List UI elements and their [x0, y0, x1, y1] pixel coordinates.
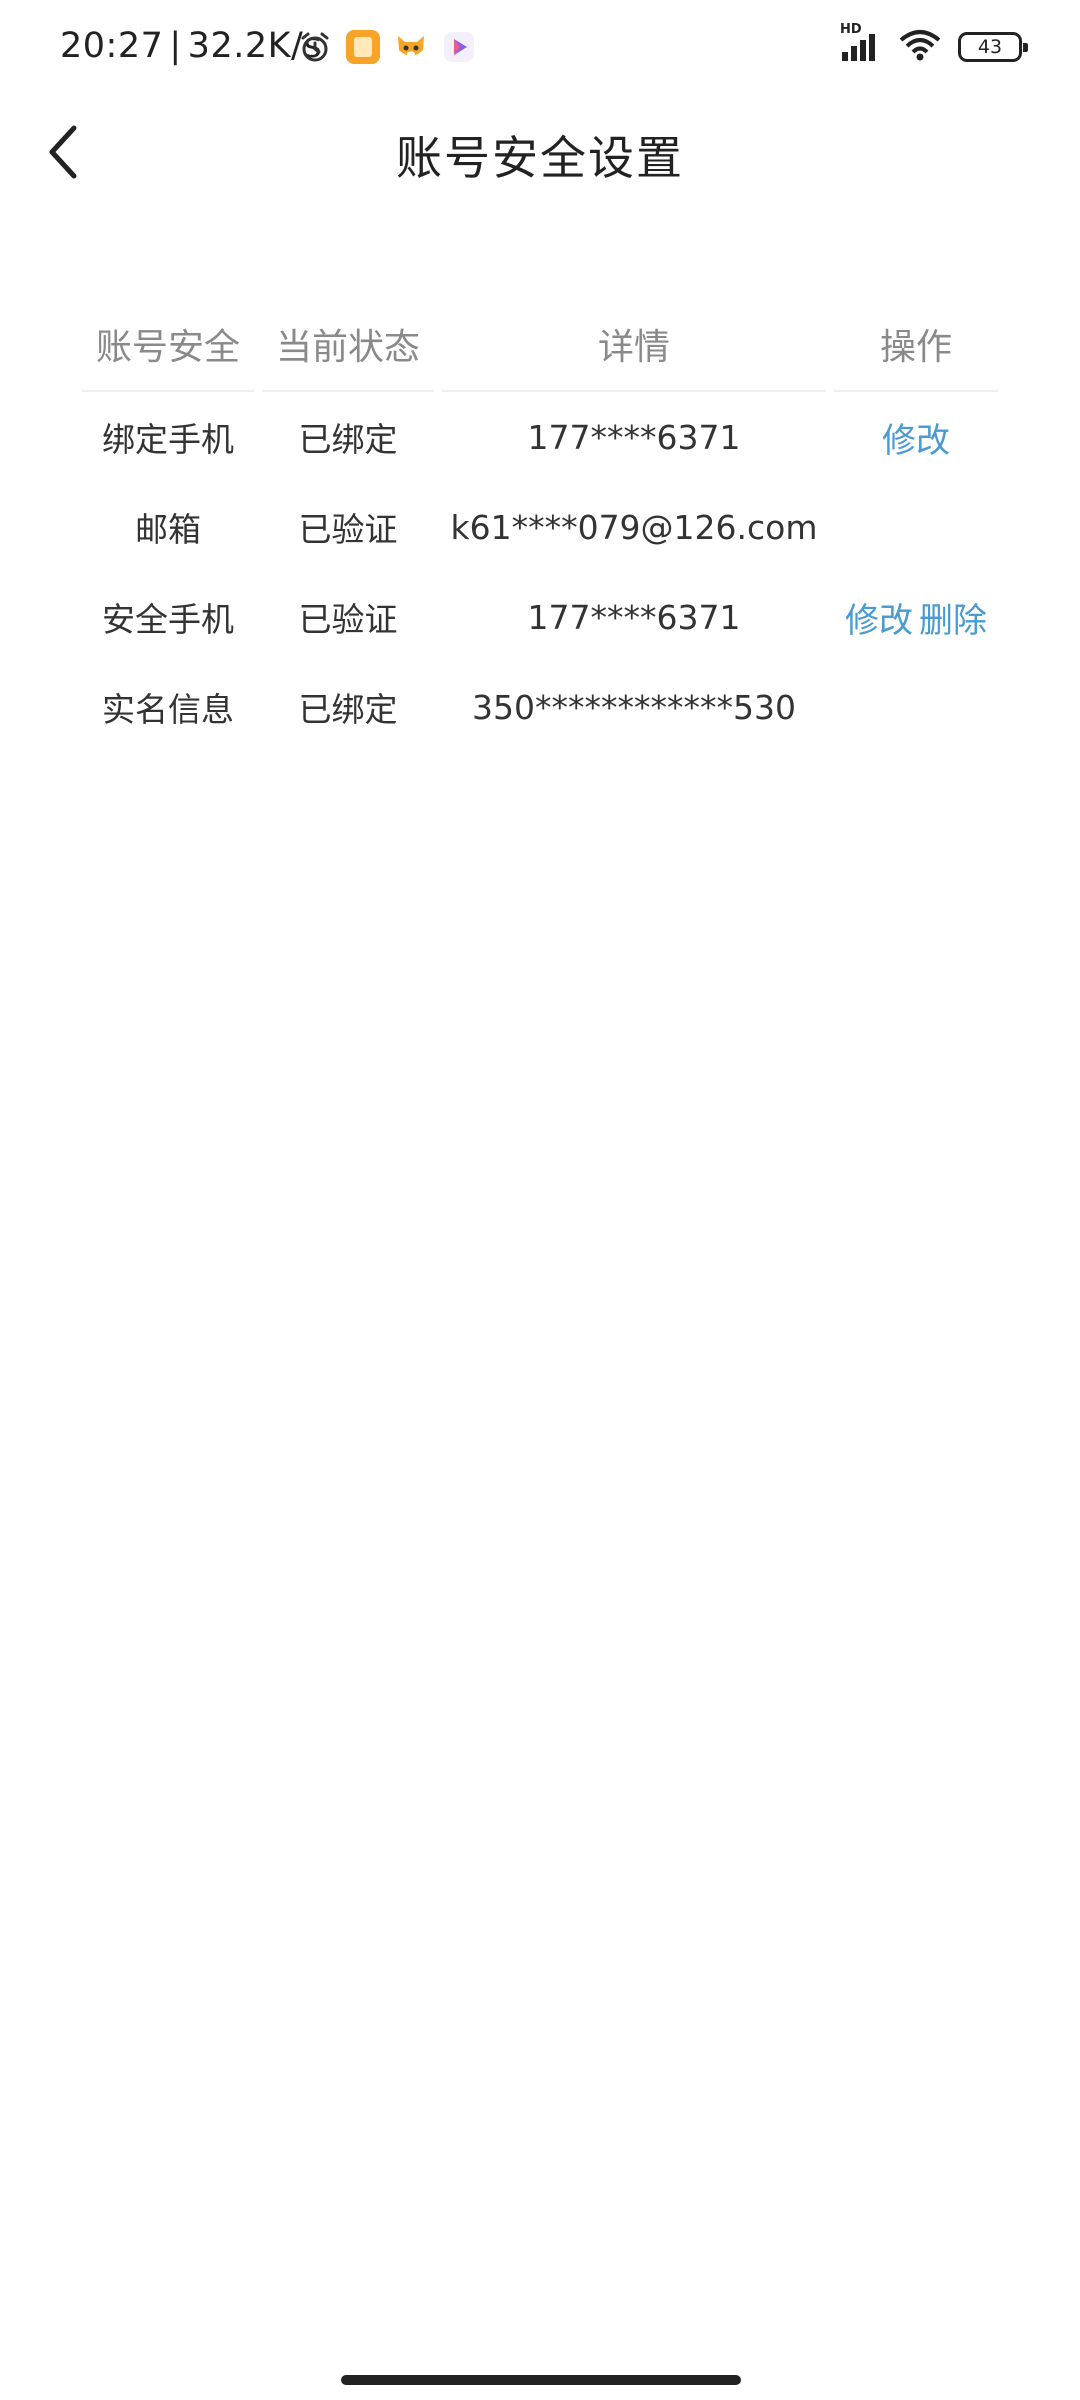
- row-detail: 177****6371: [527, 597, 741, 637]
- account-security-table: 账号安全 当前状态 详情 操作 绑定手机 已绑定 177****6371 修改 …: [78, 296, 1002, 752]
- column-header-detail: 详情: [438, 296, 830, 392]
- table-header: 账号安全 当前状态 详情 操作: [78, 296, 1002, 392]
- table-row-real-name: 实名信息 已绑定 350************530: [78, 662, 1002, 752]
- row-status: 已验证: [298, 600, 398, 639]
- notes-app-icon: [346, 30, 380, 64]
- status-time: 20:27: [60, 26, 164, 66]
- network-label: HD: [840, 22, 862, 37]
- status-separator: |: [169, 26, 182, 66]
- row-detail: 177****6371: [527, 417, 741, 457]
- notification-icons: [298, 30, 476, 64]
- page-title: 账号安全设置: [396, 131, 684, 185]
- table-row-security-phone: 安全手机 已验证 177****6371 修改 删除: [78, 572, 1002, 662]
- row-status: 已绑定: [298, 420, 398, 459]
- table-row-bound-phone: 绑定手机 已绑定 177****6371 修改: [78, 392, 1002, 482]
- battery-icon: 43: [958, 32, 1028, 62]
- column-header-type: 账号安全: [78, 296, 258, 392]
- row-detail: k61****079@126.com: [450, 507, 818, 547]
- row-type: 实名信息: [102, 690, 234, 729]
- table-body: 绑定手机 已绑定 177****6371 修改 邮箱 已验证 k61****07…: [78, 392, 1002, 752]
- modify-bound-phone-link[interactable]: 修改: [882, 421, 950, 461]
- battery-level: 43: [977, 35, 1003, 58]
- signal-icon: HD: [840, 22, 882, 66]
- title-bar: 账号安全设置: [0, 96, 1080, 206]
- system-icons: HD 43: [840, 22, 1028, 66]
- column-header-status: 当前状态: [258, 296, 438, 392]
- status-bar: 20:27 | 32.2K/s HD 43: [0, 0, 1080, 96]
- column-header-action: 操作: [830, 296, 1002, 392]
- table-row-email: 邮箱 已验证 k61****079@126.com: [78, 482, 1002, 572]
- row-type: 安全手机: [102, 600, 234, 639]
- row-actions: [830, 662, 1002, 752]
- row-detail: 350************530: [472, 687, 796, 727]
- row-status: 已验证: [298, 510, 398, 549]
- row-actions: 修改: [830, 392, 1002, 482]
- delete-security-phone-link[interactable]: 删除: [919, 601, 987, 641]
- row-actions: 修改 删除: [830, 572, 1002, 662]
- modify-security-phone-link[interactable]: 修改: [845, 601, 913, 641]
- status-time-speed: 20:27 | 32.2K/s: [60, 26, 322, 66]
- home-indicator[interactable]: [341, 2375, 741, 2385]
- screen: 20:27 | 32.2K/s HD 43 账号安全设置 账号安全 当前状态 详…: [0, 0, 1080, 2400]
- row-status: 已绑定: [298, 690, 398, 729]
- table-header-row: 账号安全 当前状态 详情 操作: [78, 296, 1002, 392]
- row-actions: [830, 482, 1002, 572]
- video-app-icon: [442, 30, 476, 64]
- alarm-icon: [298, 30, 332, 64]
- fox-app-icon: [394, 30, 428, 64]
- row-type: 邮箱: [135, 510, 201, 549]
- wifi-icon: [898, 28, 942, 66]
- row-type: 绑定手机: [102, 420, 234, 459]
